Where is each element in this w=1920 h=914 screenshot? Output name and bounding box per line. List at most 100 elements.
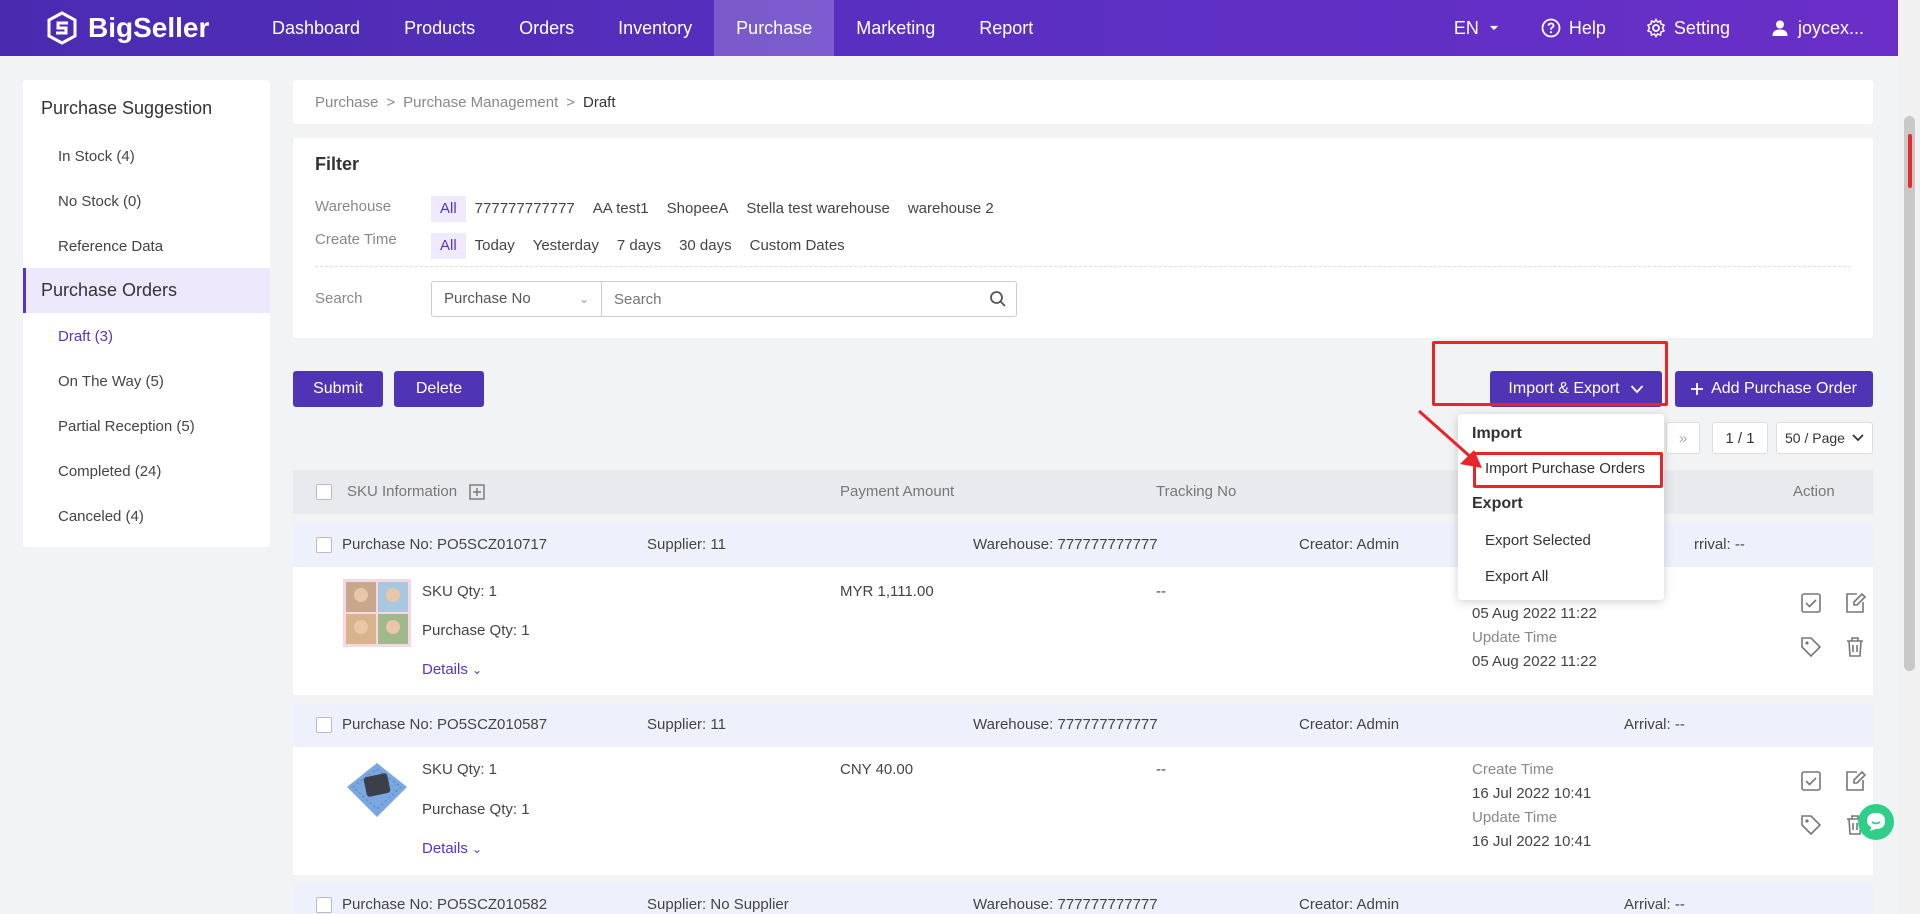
breadcrumb-purchase-management[interactable]: Purchase Management [403, 94, 558, 111]
user-menu[interactable]: joycex... [1750, 18, 1884, 39]
scrollbar-thumb[interactable] [1904, 116, 1915, 671]
language-select[interactable]: EN [1434, 18, 1521, 39]
nav-orders[interactable]: Orders [497, 0, 596, 56]
warehouse-option[interactable]: 777777777777 [466, 196, 584, 222]
next-page-button[interactable]: » [1666, 422, 1700, 454]
tag-icon[interactable] [1799, 813, 1823, 837]
warehouse-option-all[interactable]: All [431, 196, 466, 222]
sku-qty: SKU Qty: 1 [422, 583, 498, 600]
tag-icon[interactable] [1799, 635, 1823, 659]
sidebar-purchase-suggestion[interactable]: Purchase Suggestion [23, 98, 270, 119]
nav-purchase[interactable]: Purchase [714, 0, 835, 56]
per-page-select[interactable]: 50 / Page [1776, 422, 1873, 454]
breadcrumb-purchase[interactable]: Purchase [315, 94, 378, 111]
chevron-down-icon: ⌄ [578, 292, 589, 306]
header-payment-amount: Payment Amount [840, 483, 955, 500]
edit-icon[interactable] [1843, 769, 1867, 793]
payment-amount: MYR 1,111.00 [840, 583, 934, 600]
time-option[interactable]: 30 days [670, 233, 741, 259]
highlight-box-import-export [1432, 341, 1668, 406]
product-thumbnail[interactable] [343, 757, 411, 825]
edit-icon[interactable] [1843, 591, 1867, 615]
per-page-value: 50 / Page [1785, 430, 1845, 446]
details-toggle[interactable]: Details ⌄ [422, 840, 482, 857]
setting-link[interactable]: Setting [1626, 18, 1750, 39]
warehouse-option[interactable]: ShopeeA [658, 196, 738, 222]
search-type-value: Purchase No [444, 290, 531, 307]
export-selected-item[interactable]: Export Selected [1485, 532, 1591, 549]
search-type-select[interactable]: Purchase No ⌄ [432, 282, 602, 316]
time-option[interactable]: 7 days [608, 233, 670, 259]
row-checkbox[interactable] [316, 897, 332, 913]
create-time: 05 Aug 2022 11:22 [1472, 605, 1597, 622]
time-option-all[interactable]: All [431, 233, 466, 259]
row-checkbox[interactable] [316, 537, 332, 553]
export-all-item[interactable]: Export All [1485, 568, 1548, 585]
highlight-box-import-purchase-orders [1473, 452, 1663, 488]
trash-icon[interactable] [1843, 635, 1867, 659]
product-thumbnail[interactable] [343, 579, 411, 647]
table-row: SKU Qty: 1 Purchase Qty: 1 Details ⌄ CNY… [293, 747, 1873, 875]
breadcrumb: Purchase > Purchase Management > Draft [293, 80, 1873, 124]
details-toggle[interactable]: Details ⌄ [422, 661, 482, 678]
row-checkbox[interactable] [316, 717, 332, 733]
search-button[interactable] [980, 282, 1016, 316]
nav-report[interactable]: Report [957, 0, 1055, 56]
create-time-label: Create Time [315, 231, 397, 248]
purchase-no[interactable]: Purchase No: PO5SCZ010587 [342, 716, 547, 733]
submit-button[interactable]: Submit [293, 371, 383, 407]
purchase-qty: Purchase Qty: 1 [422, 622, 530, 639]
purchase-no[interactable]: Purchase No: PO5SCZ010582 [342, 896, 547, 913]
add-purchase-order-label: Add Purchase Order [1711, 380, 1857, 397]
nav-marketing[interactable]: Marketing [834, 0, 957, 56]
nav-inventory[interactable]: Inventory [596, 0, 714, 56]
top-nav: BigSeller Dashboard Products Orders Inve… [0, 0, 1898, 56]
submit-check-icon[interactable] [1799, 769, 1823, 793]
next-page-icon: » [1678, 429, 1688, 447]
chat-support-button[interactable] [1858, 804, 1894, 840]
creator: Creator: Admin [1299, 536, 1400, 553]
expand-all-icon[interactable] [469, 484, 485, 500]
filter-title: Filter [315, 154, 360, 174]
warehouse-option[interactable]: warehouse 2 [899, 196, 1003, 222]
time-option[interactable]: Yesterday [524, 233, 608, 259]
search-box: Purchase No ⌄ [431, 281, 1017, 317]
chat-icon [1867, 813, 1885, 831]
warehouse-option[interactable]: Stella test warehouse [737, 196, 898, 222]
sidebar-item-on-the-way[interactable]: On The Way (5) [23, 373, 270, 390]
tracking-no: -- [1156, 583, 1166, 600]
warehouse: Warehouse: 777777777777 [973, 536, 1158, 553]
add-purchase-order-button[interactable]: Add Purchase Order [1675, 371, 1873, 407]
warehouse: Warehouse: 777777777777 [973, 716, 1158, 733]
payment-amount: CNY 40.00 [840, 761, 914, 778]
submit-check-icon[interactable] [1799, 591, 1823, 615]
filter-panel: Filter Warehouse All 777777777777 AA tes… [293, 138, 1873, 338]
header-tracking-no: Tracking No [1156, 483, 1237, 500]
sidebar-item-completed[interactable]: Completed (24) [23, 463, 270, 480]
time-option[interactable]: Custom Dates [741, 233, 854, 259]
sidebar-item-canceled[interactable]: Canceled (4) [23, 508, 270, 525]
purchase-no[interactable]: Purchase No: PO5SCZ010717 [342, 536, 547, 553]
supplier: Supplier: 11 [647, 716, 726, 733]
sidebar-item-draft[interactable]: Draft (3) [23, 328, 270, 345]
nav-products[interactable]: Products [382, 0, 497, 56]
help-link[interactable]: Help [1521, 18, 1626, 39]
sidebar-item-reference-data[interactable]: Reference Data [23, 238, 270, 255]
select-all-checkbox[interactable] [316, 484, 332, 500]
time-option[interactable]: Today [466, 233, 524, 259]
sidebar-item-no-stock[interactable]: No Stock (0) [23, 193, 270, 210]
search-input[interactable] [602, 282, 980, 316]
dropdown-import-heading: Import [1472, 425, 1522, 442]
page-indicator[interactable]: 1 / 1 [1712, 422, 1768, 454]
supplier: Supplier: No Supplier [647, 896, 789, 913]
plus-icon [1691, 383, 1704, 395]
sidebar-item-partial-reception[interactable]: Partial Reception (5) [23, 418, 270, 435]
import-export-dropdown: Import Import Purchase Orders Export Exp… [1458, 414, 1664, 600]
supplier: Supplier: 11 [647, 536, 726, 553]
warehouse-option[interactable]: AA test1 [584, 196, 658, 222]
sidebar-purchase-orders[interactable]: Purchase Orders [23, 268, 270, 313]
delete-button[interactable]: Delete [394, 371, 484, 407]
nav-dashboard[interactable]: Dashboard [250, 0, 382, 56]
bigseller-logo[interactable]: BigSeller [44, 10, 209, 46]
sidebar-item-in-stock[interactable]: In Stock (4) [23, 148, 270, 165]
